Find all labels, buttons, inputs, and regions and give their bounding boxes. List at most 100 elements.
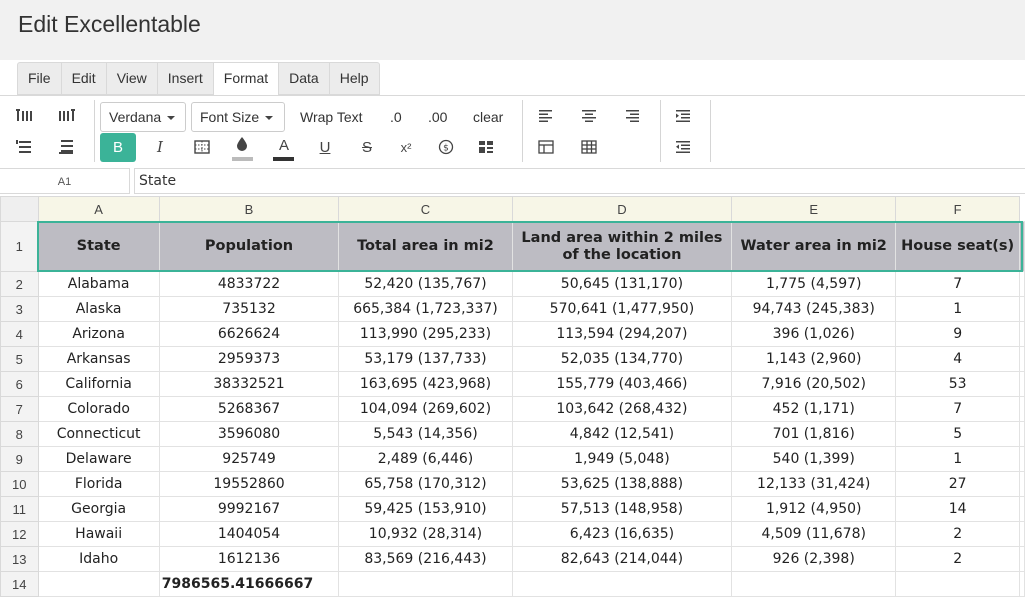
table-cell[interactable]: 57,513 (148,958): [511, 496, 733, 522]
wrap-text-button[interactable]: Wrap Text: [300, 102, 363, 132]
insert-row-above-icon[interactable]: [12, 135, 38, 159]
align-center-icon[interactable]: [576, 104, 602, 128]
table-cell[interactable]: 113,990 (295,233): [338, 321, 513, 347]
table-cell[interactable]: 83,569 (216,443): [338, 546, 513, 572]
row-header[interactable]: 7: [0, 396, 39, 422]
table-cell[interactable]: 926 (2,398): [731, 546, 897, 572]
table-cell[interactable]: 9: [895, 321, 1020, 347]
cell-reference[interactable]: A1: [0, 168, 130, 194]
currency-icon[interactable]: $: [433, 135, 459, 159]
table-cell[interactable]: 7986565.41666667: [158, 571, 340, 597]
table-cell[interactable]: 1,949 (5,048): [511, 446, 733, 472]
table-cell[interactable]: Hawaii: [37, 521, 160, 547]
decimal-one-button[interactable]: .0: [390, 102, 402, 132]
font-family-select[interactable]: Verdana: [100, 102, 186, 132]
table-cell[interactable]: 59,425 (153,910): [338, 496, 513, 522]
table-cell[interactable]: 53: [895, 371, 1020, 397]
table-cell[interactable]: Florida: [37, 471, 160, 497]
italic-button[interactable]: I: [147, 135, 173, 159]
table-cell[interactable]: 735132: [158, 296, 340, 322]
table-cell[interactable]: 1,775 (4,597): [731, 271, 897, 297]
table-icon[interactable]: [533, 135, 559, 159]
table-cell[interactable]: Population: [158, 221, 340, 272]
table-cell[interactable]: 452 (1,171): [731, 396, 897, 422]
table-cell[interactable]: 665,384 (1,723,337): [338, 296, 513, 322]
row-header[interactable]: 6: [0, 371, 39, 397]
row-header[interactable]: 1: [0, 221, 39, 272]
table-cell[interactable]: [731, 571, 897, 597]
table-cell[interactable]: 82,643 (214,044): [511, 546, 733, 572]
table-cell[interactable]: [1019, 321, 1025, 347]
row-header[interactable]: 11: [0, 496, 39, 522]
bold-button[interactable]: B: [100, 133, 136, 162]
align-left-icon[interactable]: [533, 104, 559, 128]
table-cell[interactable]: 7: [895, 271, 1020, 297]
menu-view[interactable]: View: [107, 63, 158, 94]
table-cell[interactable]: 396 (1,026): [731, 321, 897, 347]
table-cell[interactable]: [1019, 346, 1025, 372]
table-cell[interactable]: 53,625 (138,888): [511, 471, 733, 497]
table-cell[interactable]: House seat(s): [895, 221, 1020, 272]
table-cell[interactable]: Georgia: [37, 496, 160, 522]
table-cell[interactable]: [1019, 546, 1025, 572]
table-cell[interactable]: California: [37, 371, 160, 397]
table-cell[interactable]: Idaho: [37, 546, 160, 572]
table-cell[interactable]: 50,645 (131,170): [511, 271, 733, 297]
table-cell[interactable]: Arkansas: [37, 346, 160, 372]
table-cell[interactable]: Arizona: [37, 321, 160, 347]
menu-insert[interactable]: Insert: [158, 63, 214, 94]
table-cell[interactable]: [1019, 521, 1025, 547]
table-cell[interactable]: Connecticut: [37, 421, 160, 447]
column-header-f[interactable]: F: [895, 196, 1020, 222]
row-header[interactable]: 3: [0, 296, 39, 322]
table-cell[interactable]: 5268367: [158, 396, 340, 422]
table-cell[interactable]: [1019, 371, 1025, 397]
table-cell[interactable]: 163,695 (423,968): [338, 371, 513, 397]
table-cell[interactable]: 94,743 (245,383): [731, 296, 897, 322]
table-cell[interactable]: 9992167: [158, 496, 340, 522]
font-size-select[interactable]: Font Size: [191, 102, 285, 132]
table-cell[interactable]: [1019, 571, 1025, 597]
menu-edit[interactable]: Edit: [62, 63, 107, 94]
table-cell[interactable]: 2,489 (6,446): [338, 446, 513, 472]
underline-button[interactable]: U: [312, 135, 338, 159]
table-cell[interactable]: 1,143 (2,960): [731, 346, 897, 372]
table-cell[interactable]: 6,423 (16,635): [511, 521, 733, 547]
table-cell[interactable]: [895, 571, 1020, 597]
menu-file[interactable]: File: [18, 63, 62, 94]
table-cell[interactable]: 6626624: [158, 321, 340, 347]
row-header[interactable]: 13: [0, 546, 39, 572]
formula-input[interactable]: State: [134, 168, 1025, 194]
row-header[interactable]: 12: [0, 521, 39, 547]
row-header[interactable]: 8: [0, 421, 39, 447]
table-cell[interactable]: 1: [895, 296, 1020, 322]
table-cell[interactable]: [1019, 421, 1025, 447]
table-cell[interactable]: [1019, 271, 1025, 297]
fill-color-icon[interactable]: [229, 132, 255, 156]
table-cell[interactable]: 2959373: [158, 346, 340, 372]
column-header-c[interactable]: C: [338, 196, 513, 222]
table-cell[interactable]: [511, 571, 733, 597]
indent-icon[interactable]: [670, 104, 696, 128]
table-cell[interactable]: 52,420 (135,767): [338, 271, 513, 297]
table-cell[interactable]: 113,594 (294,207): [511, 321, 733, 347]
insert-column-right-icon[interactable]: [54, 104, 80, 128]
table-cell[interactable]: State: [37, 221, 160, 272]
row-header[interactable]: 10: [0, 471, 39, 497]
table-cell[interactable]: 4833722: [158, 271, 340, 297]
column-header-a[interactable]: A: [37, 196, 160, 222]
table-cell[interactable]: [1019, 471, 1025, 497]
table-cell[interactable]: [1019, 221, 1025, 272]
table-cell[interactable]: Total area in mi2: [338, 221, 513, 272]
table-cell[interactable]: 53,179 (137,733): [338, 346, 513, 372]
table-cell[interactable]: 540 (1,399): [731, 446, 897, 472]
table-cell[interactable]: 52,035 (134,770): [511, 346, 733, 372]
table-cell[interactable]: 10,932 (28,314): [338, 521, 513, 547]
table-cell[interactable]: 701 (1,816): [731, 421, 897, 447]
row-header[interactable]: 4: [0, 321, 39, 347]
outdent-icon[interactable]: [670, 135, 696, 159]
table-cell[interactable]: 27: [895, 471, 1020, 497]
align-right-icon[interactable]: [619, 104, 645, 128]
column-header-d[interactable]: D: [511, 196, 733, 222]
table-cell[interactable]: 38332521: [158, 371, 340, 397]
